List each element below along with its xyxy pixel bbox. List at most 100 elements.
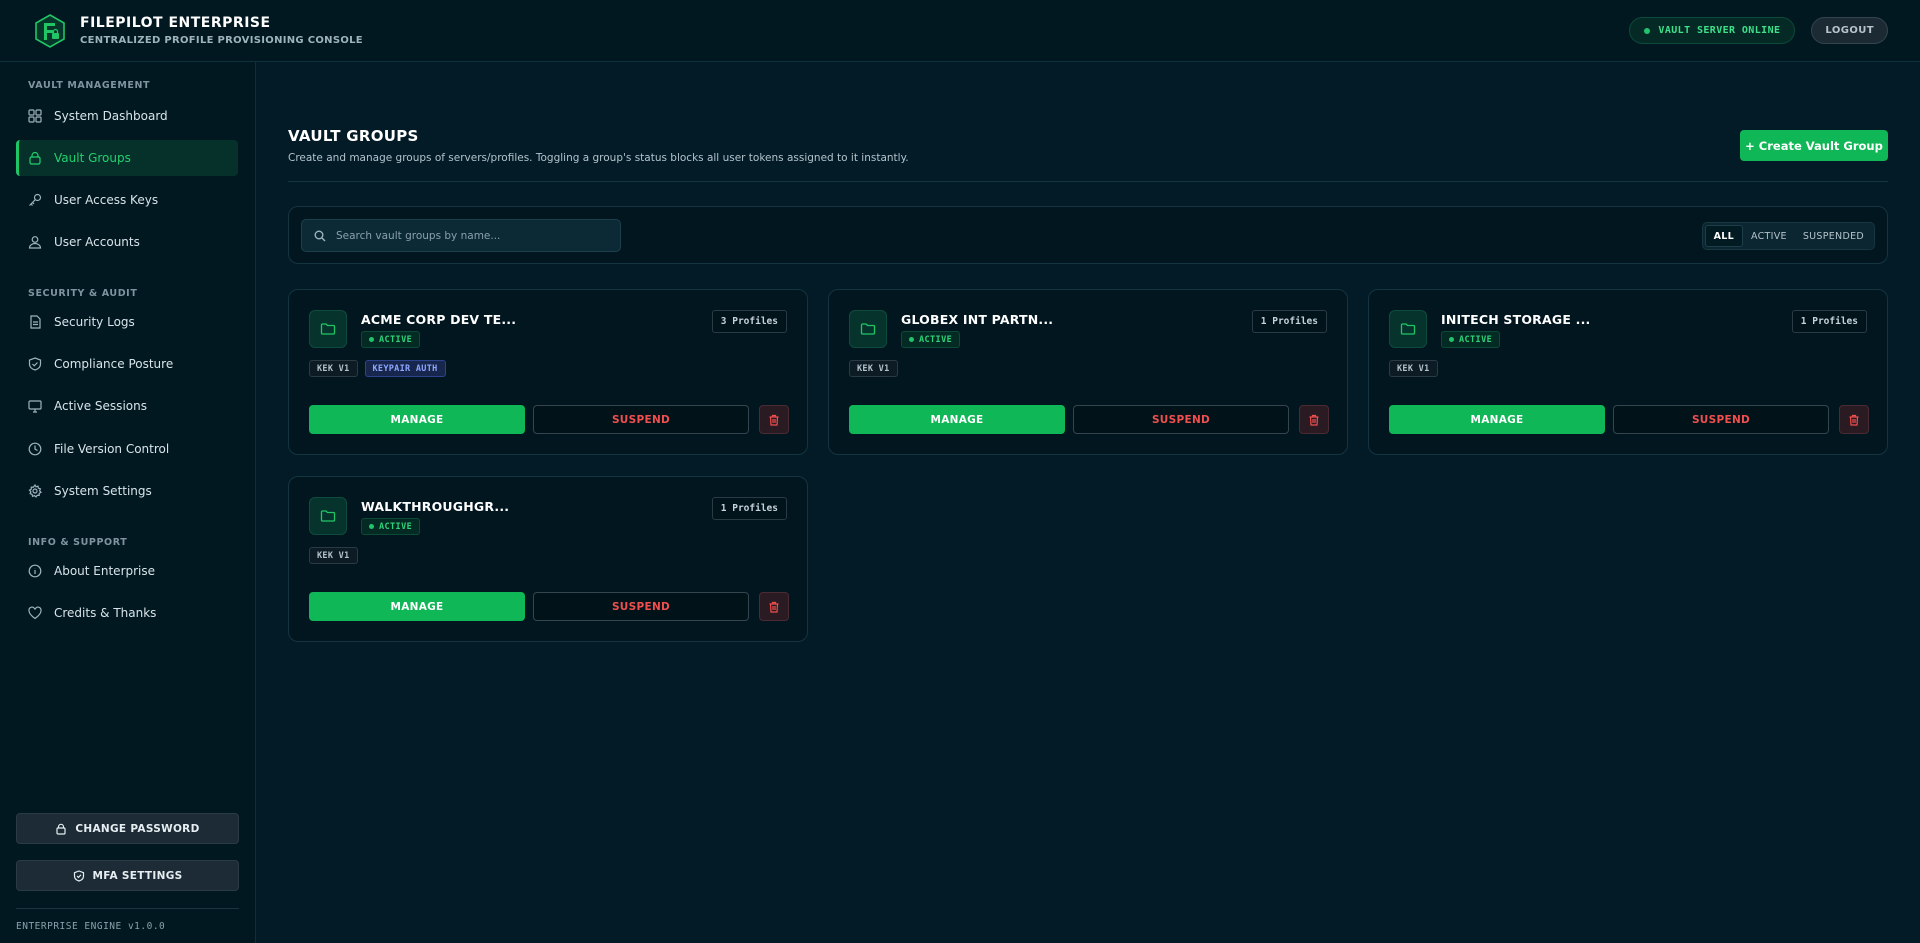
status-badge: ACTIVE	[1441, 331, 1501, 348]
sidebar-item-system-dashboard[interactable]: System Dashboard	[16, 98, 238, 134]
sidebar-item-label: System Dashboard	[54, 109, 168, 123]
sidebar-item-label: User Accounts	[54, 235, 140, 249]
sidebar-item-compliance-posture[interactable]: Compliance Posture	[16, 346, 238, 382]
profiles-count-badge: 1 Profiles	[711, 497, 787, 520]
brand-block: FILEPILOT ENTERPRISE CENTRALIZED PROFILE…	[80, 15, 363, 46]
sidebar-item-credits-thanks[interactable]: Credits & Thanks	[16, 595, 238, 631]
folder-icon	[309, 310, 347, 348]
folder-icon	[1389, 310, 1427, 348]
filter-active-button[interactable]: ACTIVE	[1743, 225, 1795, 247]
profiles-count-badge: 1 Profiles	[1791, 310, 1867, 333]
status-dot-icon	[1644, 27, 1651, 34]
mfa-settings-button[interactable]: MFA SETTINGS	[16, 860, 239, 891]
folder-icon	[309, 497, 347, 535]
vault-group-card: ACME CORP DEV TE... ACTIVE 3 Profiles KE…	[288, 289, 808, 455]
sidebar-item-label: User Access Keys	[54, 193, 159, 207]
document-icon	[30, 315, 41, 329]
vault-group-name: WALKTHROUGHGR...	[361, 499, 510, 514]
manage-button[interactable]: MANAGE	[1389, 405, 1605, 434]
vault-group-card: WALKTHROUGHGR... ACTIVE 1 Profiles KEK V…	[288, 476, 808, 642]
kek-tag: KEK V1	[849, 360, 898, 377]
vault-group-name: GLOBEX INT PARTN...	[901, 312, 1054, 327]
page-description: Create and manage groups of servers/prof…	[288, 152, 909, 164]
suspend-button[interactable]: SUSPEND	[1613, 405, 1829, 434]
delete-button[interactable]	[759, 592, 789, 621]
kek-tag: KEK V1	[309, 547, 358, 564]
trash-icon	[1309, 414, 1319, 426]
status-text: ACTIVE	[1459, 334, 1493, 345]
sidebar-item-label: Security Logs	[54, 315, 135, 329]
profiles-count-badge: 3 Profiles	[711, 310, 787, 333]
shield-icon	[28, 357, 42, 371]
sidebar-item-label: Credits & Thanks	[54, 606, 157, 620]
sidebar-item-user-access-keys[interactable]: User Access Keys	[16, 182, 238, 218]
sidebar-item-security-logs[interactable]: Security Logs	[16, 304, 238, 340]
sidebar-item-user-accounts[interactable]: User Accounts	[16, 224, 238, 260]
lock-icon	[29, 151, 41, 165]
search-box[interactable]	[301, 219, 621, 252]
create-vault-group-button[interactable]: + Create Vault Group	[1740, 130, 1888, 161]
status-dot-icon	[909, 337, 914, 342]
sidebar-item-about-enterprise[interactable]: About Enterprise	[16, 553, 238, 589]
suspend-button[interactable]: SUSPEND	[533, 592, 749, 621]
sidebar-section-title: VAULT MANAGEMENT	[28, 80, 151, 91]
kek-tag: KEK V1	[1389, 360, 1438, 377]
mfa-settings-label: MFA SETTINGS	[92, 869, 183, 882]
brand-subtitle: CENTRALIZED PROFILE PROVISIONING CONSOLE	[80, 35, 363, 46]
kek-tag: KEK V1	[309, 360, 358, 377]
clock-icon	[28, 442, 42, 456]
trash-icon	[769, 414, 779, 426]
sidebar: VAULT MANAGEMENT System Dashboard Vault …	[0, 62, 256, 943]
sidebar-item-file-version-control[interactable]: File Version Control	[16, 431, 238, 467]
change-password-button[interactable]: CHANGE PASSWORD	[16, 813, 239, 844]
vault-status-badge: VAULT SERVER ONLINE	[1629, 17, 1796, 44]
delete-button[interactable]	[1299, 405, 1329, 434]
sidebar-item-system-settings[interactable]: System Settings	[16, 473, 238, 509]
sidebar-item-vault-groups[interactable]: Vault Groups	[16, 140, 238, 176]
vault-group-name: ACME CORP DEV TE...	[361, 312, 517, 327]
status-text: ACTIVE	[379, 521, 413, 532]
grid-icon	[28, 109, 42, 123]
heart-icon	[28, 606, 42, 620]
sidebar-item-label: Active Sessions	[54, 399, 147, 413]
sidebar-item-label: System Settings	[54, 484, 152, 498]
status-dot-icon	[369, 524, 374, 529]
status-badge: ACTIVE	[361, 331, 421, 348]
status-badge: ACTIVE	[901, 331, 961, 348]
keypair-auth-tag: KEYPAIR AUTH	[364, 360, 446, 377]
monitor-icon	[28, 400, 42, 413]
manage-button[interactable]: MANAGE	[309, 592, 525, 621]
logout-button[interactable]: LOGOUT	[1811, 17, 1888, 44]
suspend-button[interactable]: SUSPEND	[533, 405, 749, 434]
lock-icon	[56, 823, 67, 835]
manage-button[interactable]: MANAGE	[309, 405, 525, 434]
filter-suspended-button[interactable]: SUSPENDED	[1795, 225, 1872, 247]
sidebar-item-label: Compliance Posture	[54, 357, 174, 371]
key-icon	[29, 193, 42, 206]
delete-button[interactable]	[759, 405, 789, 434]
search-input[interactable]	[336, 229, 616, 242]
info-icon	[28, 564, 42, 578]
sidebar-item-active-sessions[interactable]: Active Sessions	[16, 388, 238, 424]
status-filter: ALL ACTIVE SUSPENDED	[1701, 222, 1875, 250]
users-icon	[28, 236, 42, 249]
change-password-label: CHANGE PASSWORD	[75, 822, 200, 835]
top-header: FILEPILOT ENTERPRISE CENTRALIZED PROFILE…	[0, 0, 1920, 62]
suspend-button[interactable]: SUSPEND	[1073, 405, 1289, 434]
delete-button[interactable]	[1839, 405, 1869, 434]
status-badge: ACTIVE	[361, 518, 421, 535]
search-icon	[314, 230, 326, 241]
filter-all-button[interactable]: ALL	[1704, 225, 1743, 247]
brand-logo-icon	[35, 13, 65, 48]
status-text: ACTIVE	[919, 334, 953, 345]
sidebar-divider	[16, 908, 239, 909]
manage-button[interactable]: MANAGE	[849, 405, 1065, 434]
status-dot-icon	[1449, 337, 1454, 342]
sidebar-section-title: INFO & SUPPORT	[28, 537, 128, 548]
filter-bar: ALL ACTIVE SUSPENDED	[288, 206, 1888, 264]
vault-group-card: GLOBEX INT PARTN... ACTIVE 1 Profiles KE…	[828, 289, 1348, 455]
profiles-count-badge: 1 Profiles	[1251, 310, 1327, 333]
header-divider	[288, 181, 1888, 182]
trash-icon	[1849, 414, 1859, 426]
trash-icon	[769, 601, 779, 613]
